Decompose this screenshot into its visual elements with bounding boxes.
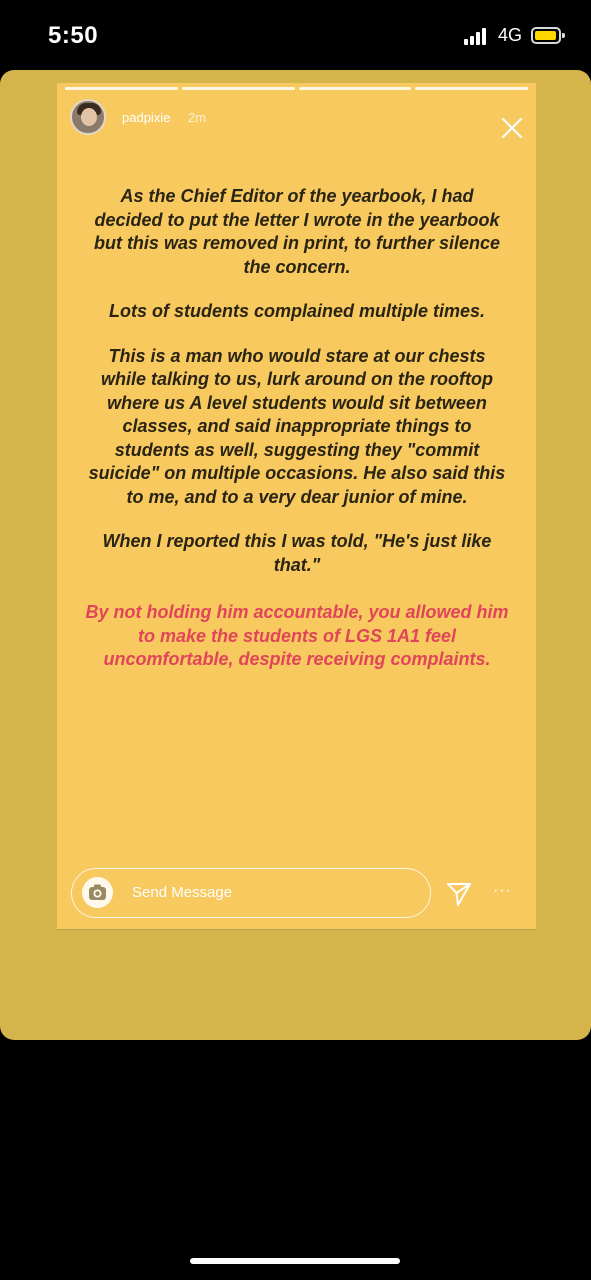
- avatar[interactable]: [70, 99, 106, 135]
- story-frame[interactable]: padpixie 2m As the Chief Editor of the y…: [57, 83, 536, 930]
- progress-segment: [181, 87, 295, 90]
- send-direct-icon[interactable]: [446, 881, 472, 907]
- send-message-placeholder: Send Message: [132, 884, 233, 901]
- cellular-signal-icon: [464, 28, 492, 45]
- story-viewer: padpixie 2m As the Chief Editor of the y…: [0, 70, 591, 1040]
- more-options-icon[interactable]: ···: [493, 882, 512, 900]
- send-message-field[interactable]: Send Message: [71, 868, 431, 918]
- network-type: 4G: [498, 25, 523, 45]
- story-paragraph: Lots of students complained multiple tim…: [108, 301, 486, 321]
- close-icon[interactable]: [500, 116, 524, 140]
- story-paragraph: This is a man who would stare at our che…: [88, 345, 506, 507]
- progress-segment: [415, 87, 528, 90]
- status-time: 5:50: [48, 22, 99, 49]
- story-text: As the Chief Editor of the yearbook, I h…: [85, 185, 509, 693]
- status-bar: 5:50 4G: [0, 0, 591, 70]
- story-paragraph: As the Chief Editor of the yearbook, I h…: [93, 186, 501, 277]
- progress-segment: [65, 87, 178, 90]
- story-highlight: By not holding him accountable, you allo…: [85, 602, 509, 669]
- battery-icon: [531, 27, 565, 44]
- camera-icon[interactable]: [82, 877, 113, 908]
- story-username[interactable]: padpixie: [122, 110, 170, 125]
- home-indicator[interactable]: [190, 1258, 400, 1264]
- story-time-ago: 2m: [188, 110, 207, 125]
- progress-segment: [298, 87, 412, 90]
- story-progress-bar: [65, 87, 528, 90]
- story-paragraph: When I reported this I was told, "He's j…: [102, 531, 492, 575]
